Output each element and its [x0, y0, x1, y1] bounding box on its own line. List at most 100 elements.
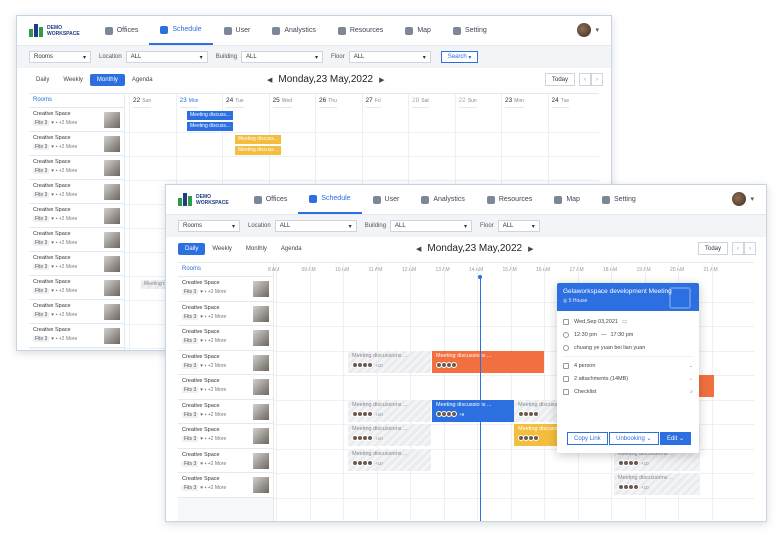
- room-row[interactable]: Creative Space Fits 3 ♥ ▪ +2 More: [29, 156, 124, 180]
- nav-resources[interactable]: Resources: [476, 185, 543, 214]
- room-row[interactable]: Creative Space Fits 3 ♥ ▪ +2 More: [29, 300, 124, 324]
- today-button[interactable]: Today: [545, 73, 576, 86]
- event-block[interactable]: Meeting discussions ...: [432, 351, 544, 373]
- building-select[interactable]: ALL ▾: [390, 220, 473, 232]
- prev-date-icon[interactable]: ◀: [416, 245, 421, 253]
- chevron-left-icon[interactable]: ‹: [732, 242, 744, 255]
- popup-people-row[interactable]: 4 person ⌄: [557, 359, 699, 372]
- more-amenities: +2 More: [58, 168, 78, 174]
- next-date-icon[interactable]: ▶: [528, 245, 533, 253]
- event-block[interactable]: Meeting discussions ... +10: [348, 449, 431, 471]
- room-row[interactable]: Creative Space Fits 3 ♥ ▪ +2 More: [29, 108, 124, 132]
- nav-analystics[interactable]: Analystics: [410, 185, 476, 214]
- event-block[interactable]: Meeting discuss...: [187, 122, 233, 131]
- event-block[interactable]: Meeting discuss...: [235, 135, 281, 144]
- room-row[interactable]: Creative Space Fits 3 ♥ ▪ +2 More: [29, 132, 124, 156]
- tab-agenda[interactable]: Agenda: [274, 243, 309, 255]
- event-block[interactable]: Meeting discuss...: [235, 146, 281, 155]
- room-row[interactable]: Creative Space Fits 3 ♥ ▪ +2 More: [178, 473, 273, 498]
- event-block[interactable]: Meeting discussions ... +10: [348, 400, 431, 422]
- grid-line: [125, 180, 599, 181]
- map-icon: [554, 195, 563, 204]
- nav-map[interactable]: Map: [394, 16, 442, 45]
- tab-weekly[interactable]: Weekly: [56, 74, 90, 86]
- grid-line: [125, 132, 599, 133]
- app-logo[interactable]: DEMO WORKSPACE: [29, 24, 80, 37]
- nav-offices[interactable]: Offices: [94, 16, 150, 45]
- user-menu[interactable]: ▾: [577, 23, 599, 37]
- room-row[interactable]: Creative Space Fits 3 ♥ ▪ +2 More: [178, 326, 273, 351]
- search-button[interactable]: Search ▾: [440, 51, 479, 63]
- popup-attachments-row[interactable]: 2 attachments (14MB) ⌄: [557, 372, 699, 385]
- tab-monthly[interactable]: Monthly: [89, 74, 125, 86]
- more-amenities: +2 More: [58, 288, 78, 294]
- rooms-select[interactable]: Rooms ▾: [29, 51, 91, 63]
- main-nav: Offices Schedule User Analystics Resourc…: [243, 185, 647, 214]
- popup-checklist-row[interactable]: Checklist ⌕: [557, 385, 699, 398]
- room-row[interactable]: Creative Space Fits 3 ♥ ▪ +2 More: [178, 350, 273, 375]
- nav-offices[interactable]: Offices: [243, 185, 299, 214]
- event-block[interactable]: Meeting discuss...: [187, 111, 233, 120]
- next-date-icon[interactable]: ▶: [379, 76, 384, 84]
- unbooking-button[interactable]: Unbooking ⌄: [609, 432, 659, 445]
- avatar: [732, 192, 747, 206]
- room-row[interactable]: Creative Space Fits 3 ♥ ▪ +2 More: [29, 276, 124, 300]
- nav-schedule[interactable]: Schedule: [298, 185, 362, 214]
- user-menu[interactable]: ▾: [732, 192, 754, 206]
- room-row[interactable]: Creative Space Fits 3 ♥ ▪ +2 More: [29, 228, 124, 252]
- tab-daily[interactable]: Daily: [178, 243, 206, 255]
- chevron-right-icon[interactable]: ›: [744, 242, 756, 255]
- nav-setting[interactable]: Setting: [591, 185, 647, 214]
- chevron-left-icon[interactable]: ‹: [579, 73, 591, 86]
- event-block[interactable]: Meeting discussions ... +10: [348, 351, 431, 373]
- room-row[interactable]: Creative Space Fits 3 ♥ ▪ +2 More: [178, 301, 273, 326]
- more-amenities: +2 More: [58, 144, 78, 150]
- paperclip-icon: [563, 375, 569, 382]
- room-row[interactable]: Creative Space Fits 3 ♥ ▪ +2 More: [178, 375, 273, 400]
- nav-resources[interactable]: Resources: [327, 16, 394, 45]
- room-row[interactable]: Creative Space Fits 3 ♥ ▪ +2 More: [29, 324, 124, 348]
- fits-badge: Fits 3: [182, 338, 199, 344]
- chevron-right-icon[interactable]: ›: [591, 73, 603, 86]
- nav-user[interactable]: User: [213, 16, 262, 45]
- room-row[interactable]: Creative Space Fits 3 ♥ ▪ +2 More: [178, 448, 273, 473]
- extra-attendees: +10: [375, 411, 383, 417]
- tab-daily[interactable]: Daily: [29, 74, 56, 86]
- nav-analystics[interactable]: Analystics: [261, 16, 327, 45]
- edit-button[interactable]: Edit ⌄: [659, 432, 691, 445]
- nav-schedule[interactable]: Schedule: [149, 16, 213, 45]
- more-amenities: +2 More: [58, 312, 78, 318]
- fits-badge: Fits 3: [182, 313, 199, 320]
- room-row[interactable]: Creative Space Fits 3 ♥ ▪ +2 More: [29, 180, 124, 204]
- nav-map[interactable]: Map: [543, 185, 591, 214]
- room-row[interactable]: Creative Space Fits 3 ♥ ▪ +2 More: [178, 277, 273, 302]
- today-button[interactable]: Today: [698, 242, 729, 255]
- building-select[interactable]: ALL ▾: [241, 51, 324, 63]
- select-value: Rooms: [183, 223, 203, 229]
- tab-agenda[interactable]: Agenda: [125, 74, 160, 86]
- floor-select[interactable]: ALL ▾: [348, 51, 431, 63]
- location-select[interactable]: ALL ▾: [274, 220, 357, 232]
- copy-link-button[interactable]: Copy Link: [567, 432, 608, 445]
- floor-select[interactable]: ALL ▾: [497, 220, 540, 232]
- day-number: 22: [133, 97, 141, 104]
- app-logo[interactable]: DEMO WORKSPACE: [178, 193, 229, 206]
- room-row[interactable]: Creative Space Fits 3 ♥ ▪ +2 More: [178, 424, 273, 449]
- event-block[interactable]: Meeting discussions ... +10: [348, 424, 431, 446]
- room-row[interactable]: Creative Space Fits 3 ♥ ▪ +2 More: [178, 399, 273, 424]
- room-row[interactable]: Creative Space Fits 3 ♥ ▪ +2 More: [29, 252, 124, 276]
- chevron-down-icon: ▾: [464, 223, 468, 230]
- event-block[interactable]: Meeting discussions ... +10: [614, 473, 700, 495]
- nav-user[interactable]: User: [362, 185, 411, 214]
- prev-date-icon[interactable]: ◀: [267, 76, 272, 84]
- rooms-column: Rooms Creative Space Fits 3 ♥ ▪ +2 More Cre…: [29, 94, 125, 350]
- nav-setting[interactable]: Setting: [442, 16, 498, 45]
- room-row[interactable]: Creative Space Fits 3 ♥ ▪ +2 More: [29, 204, 124, 228]
- tab-weekly[interactable]: Weekly: [205, 243, 239, 255]
- event-block[interactable]: Meeting discussions ... +9: [432, 400, 514, 422]
- location-select[interactable]: ALL ▾: [125, 51, 208, 63]
- tab-monthly[interactable]: Monthly: [239, 243, 274, 255]
- rooms-select[interactable]: Rooms ▾: [178, 220, 240, 232]
- chevron-down-icon: ▾: [199, 54, 203, 61]
- edit-date-icon[interactable]: ▭: [622, 319, 627, 325]
